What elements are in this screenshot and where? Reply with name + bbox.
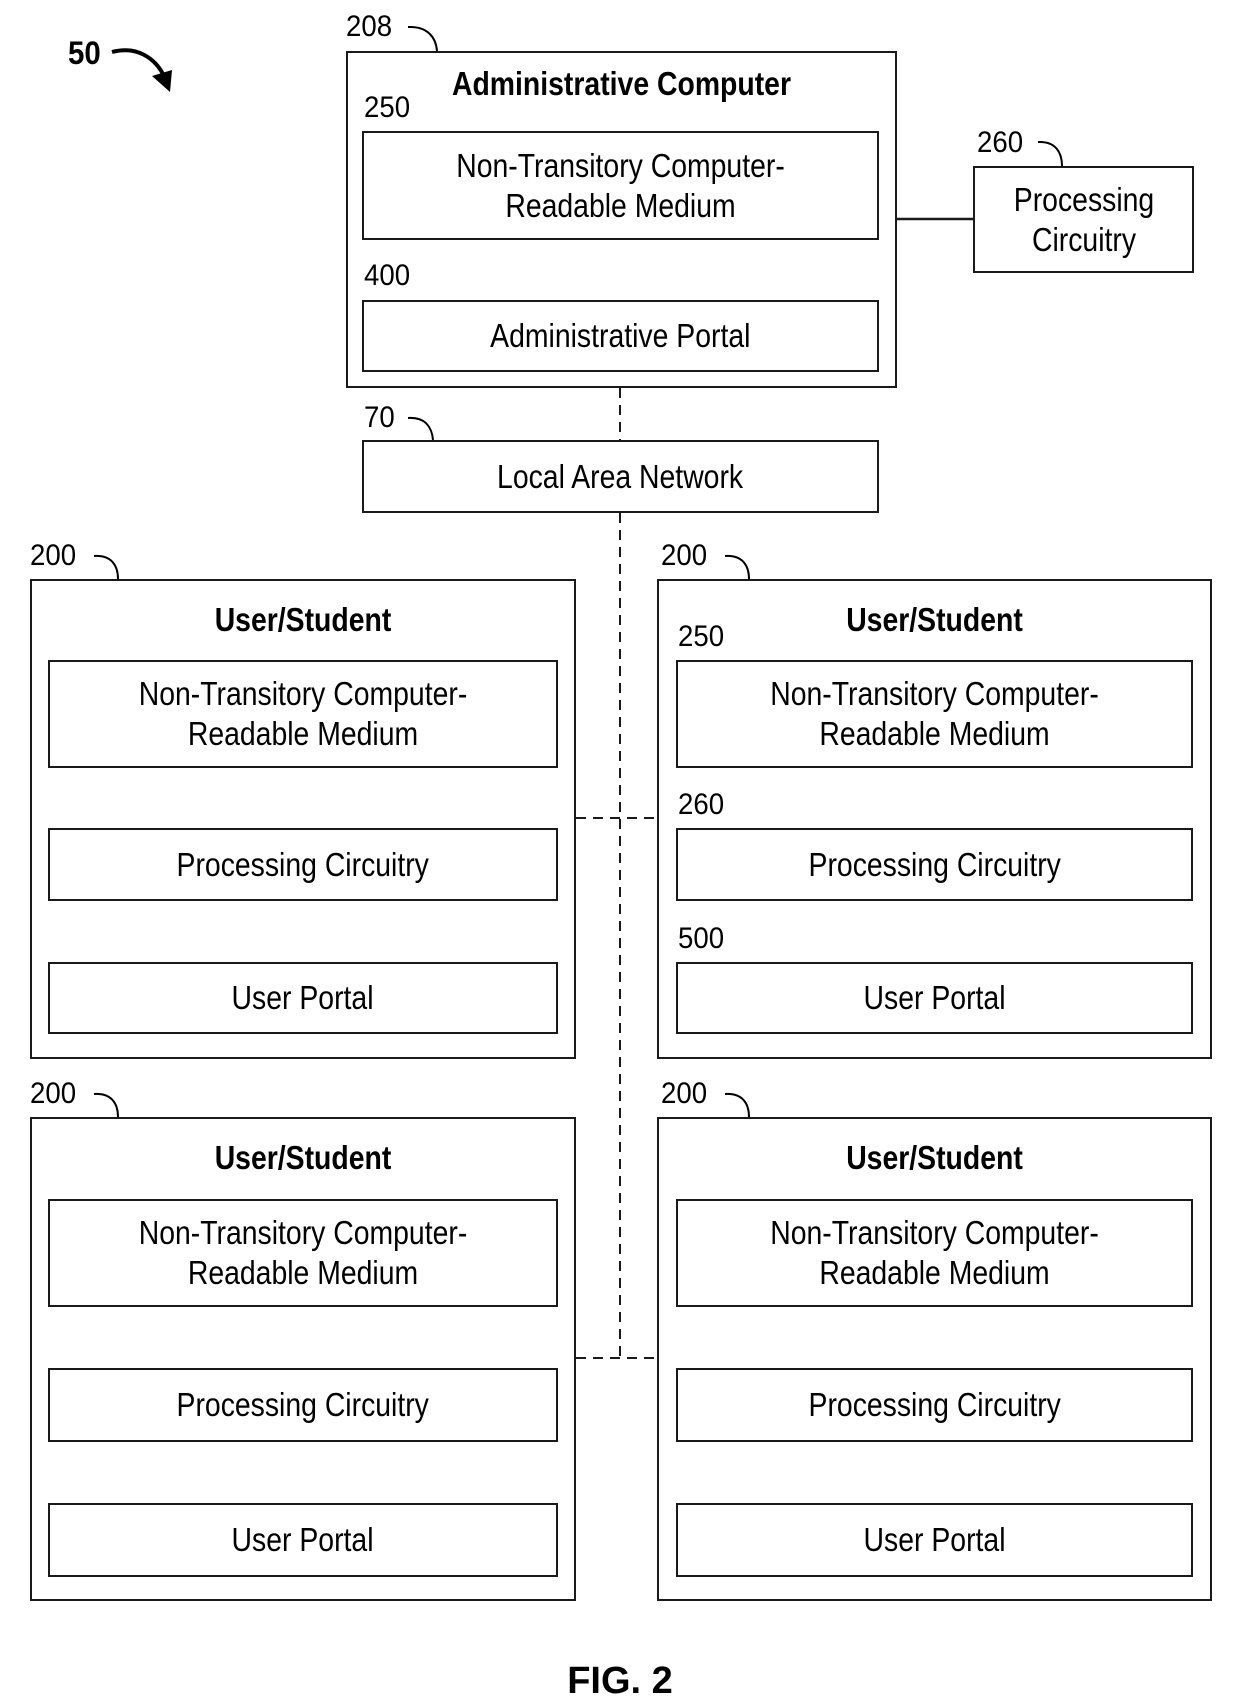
leader-200-c	[93, 1092, 119, 1118]
leader-200-b	[724, 554, 750, 580]
figure-caption: FIG. 2	[567, 1660, 673, 1702]
user-ref: 200	[30, 1077, 77, 1110]
user-processing-label: Processing Circuitry	[176, 845, 430, 883]
admin-processing-box: Processing Circuitry	[973, 166, 1194, 273]
user-medium-label: Non-Transitory Computer-Readable Medium	[138, 675, 468, 752]
user-title: User/Student	[846, 601, 1023, 638]
user-processing-box: Processing Circuitry	[48, 828, 558, 901]
admin-medium-box: Non-Transitory Computer-Readable Medium	[362, 131, 879, 240]
user-portal-box: User Portal	[676, 1503, 1193, 1577]
user-processing-label: Processing Circuitry	[808, 845, 1061, 883]
admin-portal-ref: 400	[364, 259, 411, 292]
user-portal-box: User Portal	[676, 962, 1193, 1034]
user-portal-box: User Portal	[48, 1503, 558, 1577]
user-portal-label: User Portal	[863, 1521, 1006, 1558]
user-medium-box: Non-Transitory Computer-Readable Medium	[676, 660, 1193, 768]
admin-computer-ref: 208	[346, 10, 393, 43]
leader-208	[407, 25, 438, 52]
user-portal-label: User Portal	[863, 979, 1006, 1016]
leader-200-d	[724, 1092, 750, 1118]
user-medium-label: Non-Transitory Computer-Readable Medium	[138, 1214, 468, 1291]
admin-medium-ref: 250	[364, 91, 411, 124]
leader-260-admin	[1037, 140, 1063, 167]
leader-200-a	[93, 554, 119, 580]
user-ref: 200	[30, 539, 77, 572]
figure-arrowhead	[152, 70, 172, 92]
user-title: User/Student	[214, 1139, 392, 1176]
figure-ref-number: 50	[68, 35, 101, 71]
user-title: User/Student	[214, 601, 392, 638]
admin-portal-label: Administrative Portal	[490, 317, 751, 354]
leader-70	[407, 416, 434, 441]
user-processing-ref: 260	[678, 788, 725, 821]
user-processing-label: Processing Circuitry	[808, 1386, 1061, 1423]
user-portal-label: User Portal	[232, 1521, 374, 1558]
admin-processing-label: Processing Circuitry	[1013, 180, 1154, 258]
admin-portal-box: Administrative Portal	[362, 300, 879, 372]
network-label: Local Area Network	[497, 457, 744, 495]
user-portal-ref: 500	[678, 922, 725, 955]
user-processing-label: Processing Circuitry	[176, 1386, 430, 1423]
admin-medium-label: Non-Transitory Computer-Readable Medium	[456, 146, 785, 224]
figure-arrow	[111, 48, 167, 79]
admin-processing-ref: 260	[977, 126, 1024, 159]
user-ref: 200	[661, 539, 708, 572]
user-medium-box: Non-Transitory Computer-Readable Medium	[48, 660, 558, 768]
user-medium-label: Non-Transitory Computer-Readable Medium	[770, 675, 1099, 752]
user-ref: 200	[661, 1077, 708, 1110]
user-medium-box: Non-Transitory Computer-Readable Medium	[48, 1199, 558, 1307]
user-portal-label: User Portal	[232, 979, 374, 1016]
user-portal-box: User Portal	[48, 962, 558, 1034]
user-medium-label: Non-Transitory Computer-Readable Medium	[770, 1214, 1099, 1291]
user-medium-ref: 250	[678, 620, 725, 653]
user-title: User/Student	[846, 1139, 1023, 1176]
user-medium-box: Non-Transitory Computer-Readable Medium	[676, 1199, 1193, 1307]
network-box: Local Area Network	[362, 440, 879, 513]
user-processing-box: Processing Circuitry	[48, 1368, 558, 1442]
admin-computer-title: Administrative Computer	[451, 65, 792, 102]
user-processing-box: Processing Circuitry	[676, 828, 1193, 901]
network-ref: 70	[364, 401, 395, 434]
user-processing-box: Processing Circuitry	[676, 1368, 1193, 1442]
